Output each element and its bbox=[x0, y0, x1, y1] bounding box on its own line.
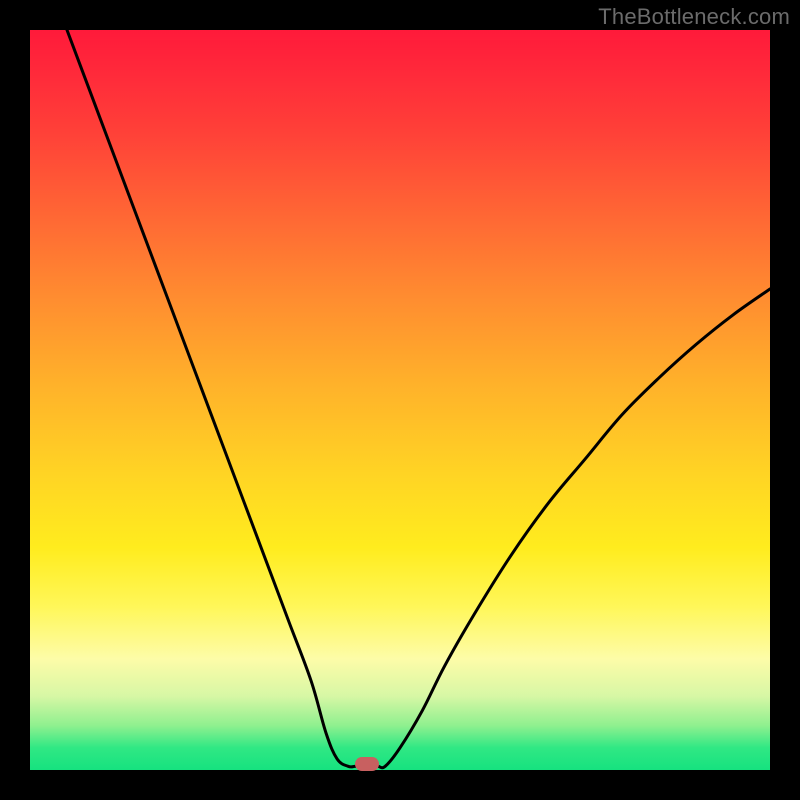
curve-svg bbox=[30, 30, 770, 770]
watermark-text: TheBottleneck.com bbox=[598, 4, 790, 30]
gradient-plot-area bbox=[30, 30, 770, 770]
optimum-marker bbox=[355, 757, 379, 771]
bottleneck-curve bbox=[67, 30, 770, 768]
chart-frame: TheBottleneck.com bbox=[0, 0, 800, 800]
